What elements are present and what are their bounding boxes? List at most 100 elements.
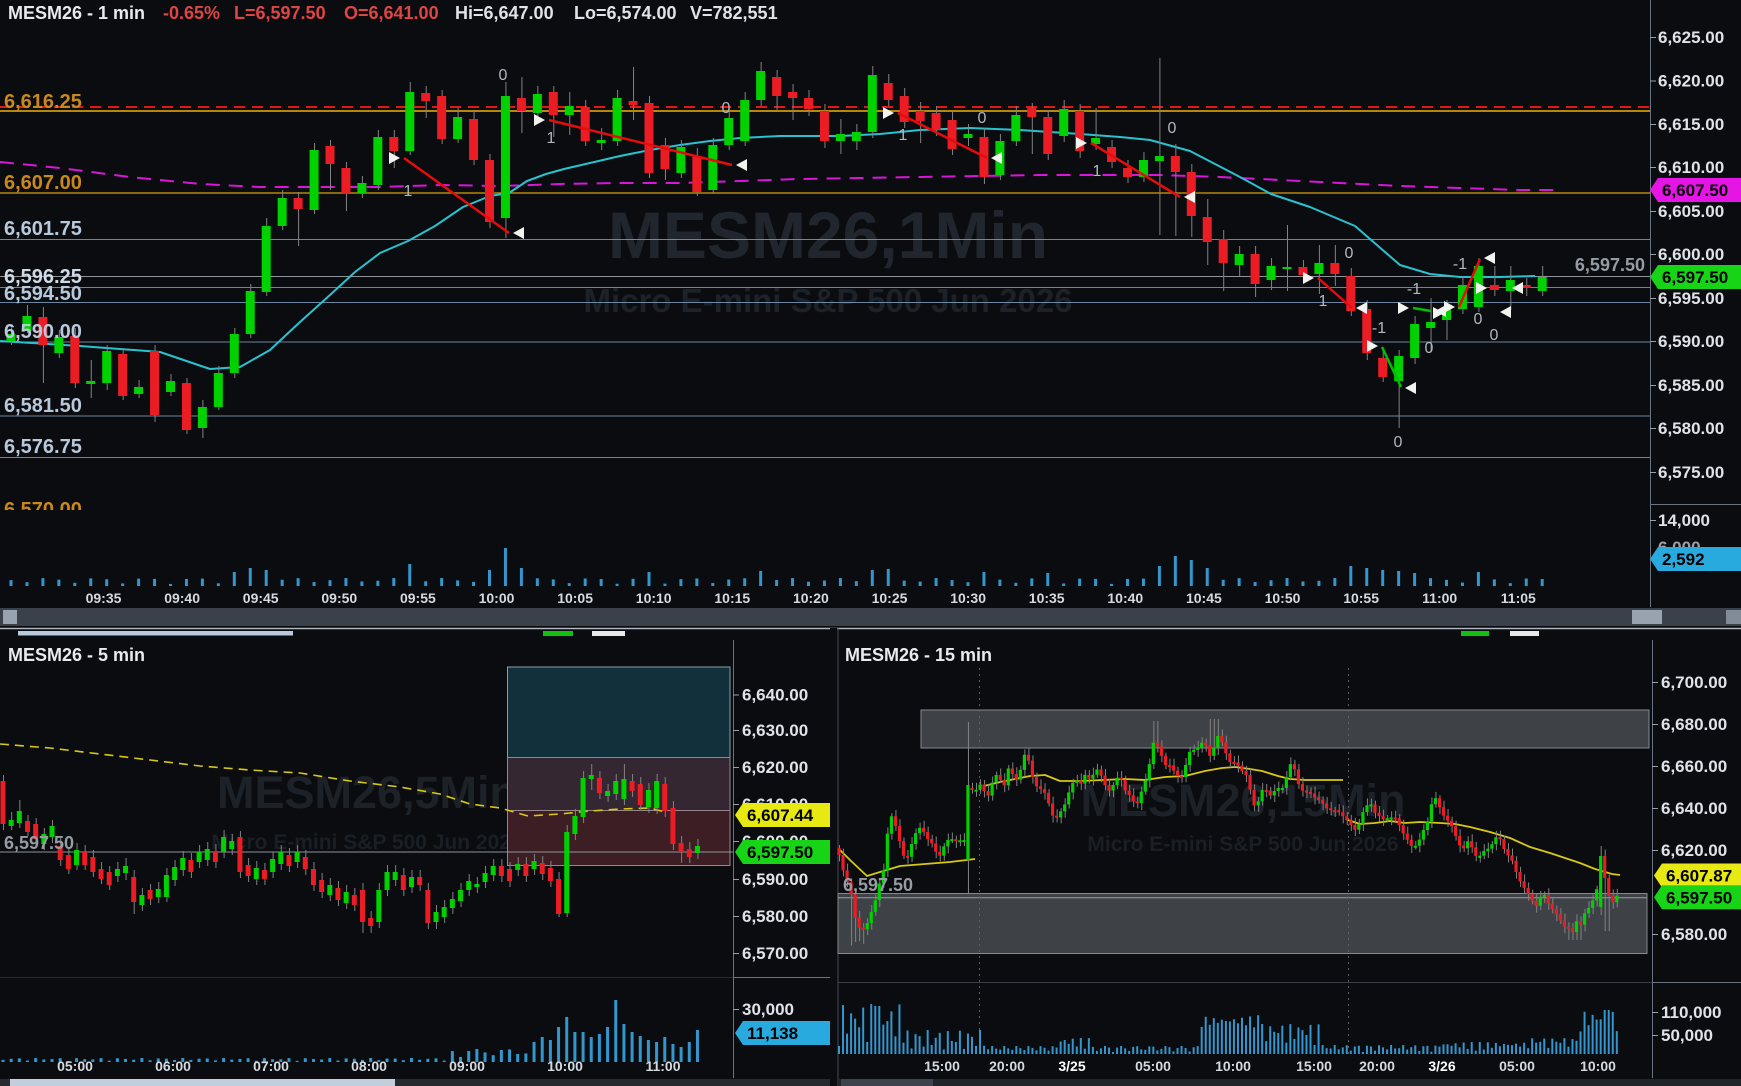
svg-text:11:00: 11:00 bbox=[645, 1058, 680, 1074]
svg-text:05:00: 05:00 bbox=[1499, 1058, 1535, 1074]
svg-text:6,607.00: 6,607.00 bbox=[4, 172, 82, 194]
svg-text:6,597.50: 6,597.50 bbox=[1575, 255, 1645, 275]
svg-text:1: 1 bbox=[1093, 163, 1102, 180]
svg-text:MESM26,5Min: MESM26,5Min bbox=[217, 767, 517, 818]
svg-text:10:40: 10:40 bbox=[1107, 590, 1143, 606]
svg-text:30,000: 30,000 bbox=[742, 1000, 794, 1019]
svg-text:10:00: 10:00 bbox=[547, 1058, 583, 1074]
svg-text:11:05: 11:05 bbox=[1501, 590, 1536, 606]
svg-text:05:00: 05:00 bbox=[57, 1058, 93, 1074]
svg-text:09:55: 09:55 bbox=[400, 590, 436, 606]
svg-text:6,616.25: 6,616.25 bbox=[4, 91, 82, 113]
svg-text:6,601.75: 6,601.75 bbox=[4, 218, 82, 240]
svg-text:3/25: 3/25 bbox=[1058, 1058, 1085, 1074]
svg-text:10:05: 10:05 bbox=[557, 590, 593, 606]
svg-text:2,592: 2,592 bbox=[1662, 550, 1705, 569]
svg-text:05:00: 05:00 bbox=[1135, 1058, 1171, 1074]
svg-text:6,597.50: 6,597.50 bbox=[843, 875, 913, 895]
svg-text:0: 0 bbox=[1345, 245, 1354, 262]
svg-text:10:00: 10:00 bbox=[1215, 1058, 1251, 1074]
svg-text:L=6,597.50: L=6,597.50 bbox=[234, 3, 326, 23]
svg-text:1: 1 bbox=[1319, 293, 1328, 310]
svg-text:0: 0 bbox=[978, 110, 987, 127]
svg-text:6,700.00: 6,700.00 bbox=[1661, 673, 1727, 692]
svg-text:11,138: 11,138 bbox=[747, 1024, 798, 1043]
svg-text:09:45: 09:45 bbox=[243, 590, 279, 606]
svg-text:6,610.00: 6,610.00 bbox=[1658, 158, 1724, 177]
svg-text:08:00: 08:00 bbox=[351, 1058, 387, 1074]
svg-text:0: 0 bbox=[1425, 340, 1434, 357]
svg-text:6,615.00: 6,615.00 bbox=[1658, 115, 1724, 134]
svg-text:6,620.00: 6,620.00 bbox=[1658, 72, 1724, 91]
svg-text:11:00: 11:00 bbox=[1422, 590, 1457, 606]
svg-text:6,580.00: 6,580.00 bbox=[1658, 419, 1724, 438]
svg-text:07:00: 07:00 bbox=[253, 1058, 289, 1074]
svg-text:6,607.50: 6,607.50 bbox=[1662, 181, 1728, 200]
svg-text:6,597.50: 6,597.50 bbox=[1662, 268, 1728, 287]
svg-text:6,625.00: 6,625.00 bbox=[1658, 28, 1724, 47]
svg-text:6,607.44: 6,607.44 bbox=[747, 806, 814, 825]
svg-text:6,580.00: 6,580.00 bbox=[742, 907, 808, 926]
svg-text:10:50: 10:50 bbox=[1265, 590, 1301, 606]
svg-text:6,594.50: 6,594.50 bbox=[4, 283, 82, 305]
svg-text:6,585.00: 6,585.00 bbox=[1658, 376, 1724, 395]
svg-text:3/26: 3/26 bbox=[1428, 1058, 1455, 1074]
svg-text:10:45: 10:45 bbox=[1186, 590, 1222, 606]
svg-text:10:30: 10:30 bbox=[950, 590, 986, 606]
svg-text:0: 0 bbox=[499, 67, 508, 84]
svg-text:6,630.00: 6,630.00 bbox=[742, 721, 808, 740]
svg-text:14,000: 14,000 bbox=[1658, 511, 1710, 530]
svg-text:1: 1 bbox=[899, 127, 908, 144]
svg-text:09:35: 09:35 bbox=[86, 590, 122, 606]
svg-text:10:35: 10:35 bbox=[1029, 590, 1065, 606]
svg-text:09:40: 09:40 bbox=[164, 590, 200, 606]
svg-text:0: 0 bbox=[722, 100, 731, 117]
svg-text:6,620.00: 6,620.00 bbox=[1661, 841, 1727, 860]
svg-text:V=782,551: V=782,551 bbox=[690, 3, 778, 23]
svg-text:10:25: 10:25 bbox=[872, 590, 908, 606]
svg-text:6,620.00: 6,620.00 bbox=[742, 758, 808, 777]
svg-text:6,597.50: 6,597.50 bbox=[747, 843, 813, 862]
svg-text:6,590.00: 6,590.00 bbox=[4, 321, 82, 343]
svg-text:0: 0 bbox=[1168, 120, 1177, 137]
svg-text:6,597.50: 6,597.50 bbox=[1666, 888, 1732, 907]
svg-text:6,575.00: 6,575.00 bbox=[1658, 463, 1724, 482]
svg-text:MESM26 - 5 min: MESM26 - 5 min bbox=[8, 645, 145, 665]
svg-text:6,600.00: 6,600.00 bbox=[1658, 245, 1724, 264]
svg-text:10:00: 10:00 bbox=[1580, 1058, 1616, 1074]
svg-text:6,607.87: 6,607.87 bbox=[1666, 867, 1732, 886]
svg-text:Micro E-mini S&P 500 Jun 2026: Micro E-mini S&P 500 Jun 2026 bbox=[1087, 833, 1398, 856]
svg-text:6,680.00: 6,680.00 bbox=[1661, 715, 1727, 734]
svg-text:6,580.00: 6,580.00 bbox=[1661, 925, 1727, 944]
svg-text:1: 1 bbox=[404, 183, 413, 200]
svg-text:10:00: 10:00 bbox=[479, 590, 515, 606]
svg-text:6,605.00: 6,605.00 bbox=[1658, 202, 1724, 221]
svg-text:1: 1 bbox=[547, 130, 556, 147]
svg-text:6,590.00: 6,590.00 bbox=[742, 870, 808, 889]
svg-text:Micro E-mini S&P 500 Jun 2026: Micro E-mini S&P 500 Jun 2026 bbox=[211, 831, 522, 854]
svg-text:6,576.75: 6,576.75 bbox=[4, 436, 82, 458]
svg-text:110,000: 110,000 bbox=[1661, 1003, 1722, 1022]
svg-text:-0.65%: -0.65% bbox=[163, 3, 220, 23]
svg-text:6,581.50: 6,581.50 bbox=[4, 395, 82, 417]
svg-text:10:10: 10:10 bbox=[636, 590, 672, 606]
svg-text:0: 0 bbox=[1394, 434, 1403, 451]
svg-text:6,660.00: 6,660.00 bbox=[1661, 757, 1727, 776]
svg-text:-1: -1 bbox=[1372, 320, 1386, 337]
svg-text:09:50: 09:50 bbox=[321, 590, 357, 606]
svg-text:0: 0 bbox=[1474, 311, 1483, 328]
svg-text:6,595.00: 6,595.00 bbox=[1658, 289, 1724, 308]
svg-text:15:00: 15:00 bbox=[1296, 1058, 1332, 1074]
svg-text:20:00: 20:00 bbox=[989, 1058, 1025, 1074]
svg-text:6,640.00: 6,640.00 bbox=[742, 686, 808, 705]
svg-text:MESM26 - 1 min: MESM26 - 1 min bbox=[8, 3, 145, 23]
svg-text:6,640.00: 6,640.00 bbox=[1661, 799, 1727, 818]
svg-text:Lo=6,574.00: Lo=6,574.00 bbox=[574, 3, 677, 23]
svg-text:Hi=6,647.00: Hi=6,647.00 bbox=[455, 3, 554, 23]
svg-text:O=6,641.00: O=6,641.00 bbox=[344, 3, 439, 23]
svg-text:MESM26,1Min: MESM26,1Min bbox=[608, 198, 1048, 272]
svg-text:09:00: 09:00 bbox=[449, 1058, 485, 1074]
svg-text:6,597.50: 6,597.50 bbox=[4, 833, 74, 853]
svg-text:MESM26 - 15 min: MESM26 - 15 min bbox=[845, 645, 992, 665]
svg-text:6,590.00: 6,590.00 bbox=[1658, 332, 1724, 351]
